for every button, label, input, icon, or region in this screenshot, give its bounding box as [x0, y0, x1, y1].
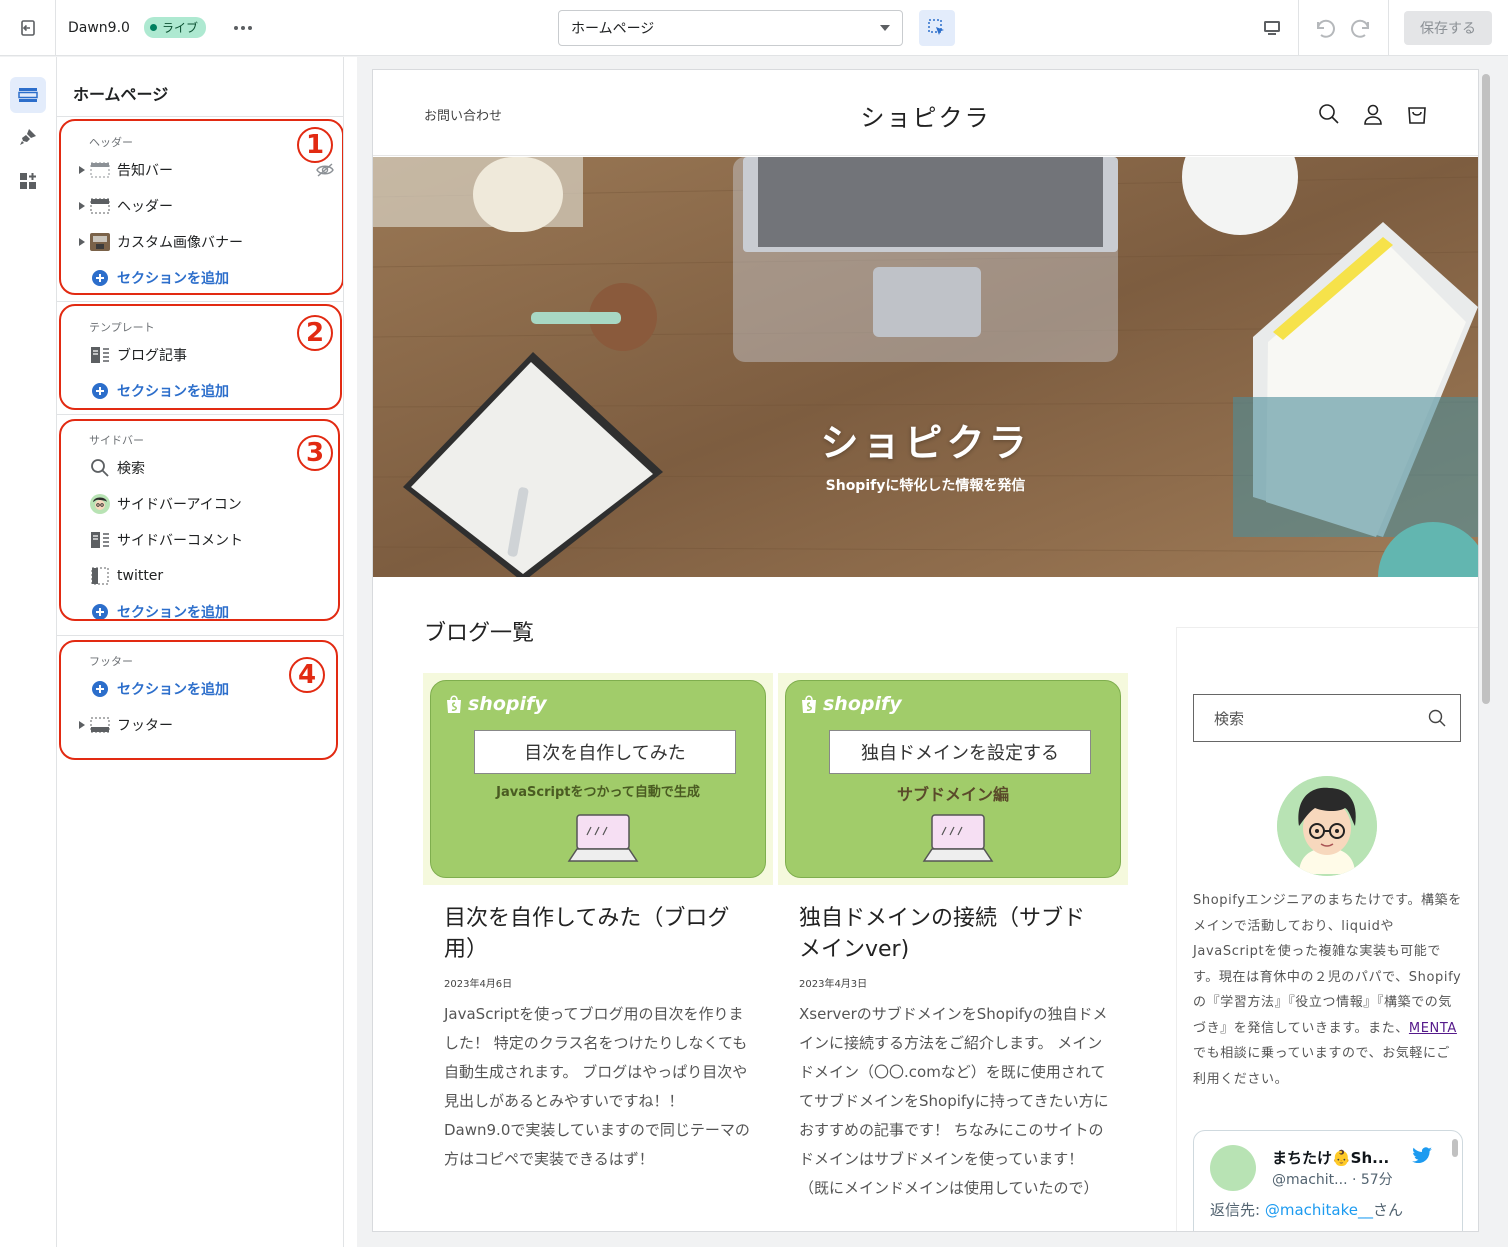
hero-subtitle: Shopifyに特化した情報を発信 [825, 478, 1026, 494]
annotation-number-3: 3 [297, 435, 333, 471]
exit-button[interactable] [0, 0, 56, 56]
rail-sections-button[interactable] [10, 77, 46, 113]
rail-apps-button[interactable] [10, 163, 46, 199]
divider [57, 414, 343, 415]
blog-card-excerpt: XserverのサブドメインをShopifyの独自ドメインに接続する方法をご紹介… [799, 1005, 1109, 1197]
thumbnail-subtitle: サブドメイン編 [896, 785, 1009, 804]
device-preview-button[interactable] [1252, 8, 1292, 48]
search-placeholder: 検索 [1214, 709, 1245, 728]
annotation-box-4 [59, 640, 338, 760]
desktop-icon [1264, 21, 1280, 35]
cart-icon[interactable] [1406, 103, 1428, 125]
annotation-number-4: 4 [289, 657, 325, 693]
blog-card-date: 2023年4月3日 [799, 979, 868, 990]
tweet-avatar[interactable] [1210, 1145, 1256, 1191]
live-dot-icon [149, 24, 157, 31]
annotation-number-1: 1 [297, 127, 333, 163]
blog-card[interactable]: shopify 独自ドメインを設定する サブドメイン編 独自ドメインの接続（サブ… [778, 673, 1128, 1203]
bio-text: Shopifyエンジニアのまちたけです。構築をメインで活動しており、liquid… [1193, 893, 1462, 1036]
sidebar-search-input[interactable]: 検索 [1193, 694, 1461, 742]
paint-brush-icon [20, 129, 36, 145]
panel-scrollbar[interactable] [343, 57, 357, 1247]
menta-link[interactable]: MENTA [1409, 1021, 1457, 1036]
thumbnail-title: 目次を自作してみた [474, 730, 736, 774]
thumbnail-subtitle: JavaScriptをつかって自動で生成 [496, 785, 700, 800]
tweet-reply-to: 返信先: @machitake__さん [1210, 1199, 1403, 1220]
page-selector[interactable]: ホームページ [558, 10, 903, 46]
caret-down-icon [880, 25, 890, 31]
divider [57, 635, 343, 636]
page-selector-value: ホームページ [571, 21, 655, 37]
tweet-author-name[interactable]: まちたけ👶Sh... [1272, 1147, 1389, 1168]
hero-desk-image [373, 157, 1478, 577]
thumbnail-title: 独自ドメインを設定する [829, 730, 1091, 774]
blog-card-excerpt: JavaScriptを使ってブログ用の目次を作りました！ 特定のクラス名をつけた… [444, 1005, 750, 1168]
redo-icon [1351, 19, 1369, 38]
rail-theme-settings-button[interactable] [10, 119, 46, 155]
twitter-bird-icon[interactable] [1412, 1147, 1432, 1163]
blog-card-title[interactable]: 独自ドメインの接続（サブドメインver) [799, 903, 1099, 965]
author-avatar [1277, 776, 1377, 876]
blog-thumbnail[interactable]: shopify 独自ドメインを設定する サブドメイン編 [778, 673, 1128, 885]
shop-logo[interactable]: ショピクラ [373, 98, 1478, 133]
panel-title: ホームページ [73, 85, 169, 104]
laptop-illustration-icon [922, 814, 994, 862]
apps-icon [20, 173, 36, 189]
reply-handle-link[interactable]: @machitake__ [1265, 1201, 1373, 1219]
author-avatar-image [1277, 776, 1377, 876]
sections-panel: ホームページ ヘッダー 告知バー ヘッダー カスタム画像バナー セクションを追加… [57, 57, 357, 1247]
shopify-bag-icon [802, 695, 816, 713]
live-badge: ライブ [143, 17, 206, 38]
storefront-preview: お問い合わせ ショピクラ ショピクラ Shopifyに特化した情報を発信 ブログ… [373, 70, 1478, 1231]
annotation-box-2 [59, 304, 342, 410]
select-cursor-icon [928, 19, 944, 35]
exit-icon [20, 19, 35, 36]
divider [1388, 0, 1389, 56]
account-icon[interactable] [1362, 103, 1384, 125]
blog-heading: ブログ一覧 [424, 621, 535, 646]
inspector-toggle-button[interactable] [919, 10, 955, 46]
hero-banner: ショピクラ Shopifyに特化した情報を発信 [373, 157, 1478, 577]
sidebar-bio: Shopifyエンジニアのまちたけです。構築をメインで活動しており、liquid… [1193, 888, 1463, 1092]
reply-prefix: 返信先: [1210, 1201, 1265, 1219]
twitter-embed[interactable]: まちたけ👶Sh... @machit... · 57分 返信先: @machit… [1193, 1130, 1463, 1231]
theme-name: Dawn9.0 [68, 19, 130, 36]
bio-text: でも相談に乗っていますので、お気軽にご利用ください。 [1193, 1046, 1450, 1087]
blog-card-title[interactable]: 目次を自作してみた（ブログ用） [444, 903, 744, 965]
search-icon[interactable] [1428, 709, 1446, 727]
hero-title: ショピクラ [820, 421, 1031, 465]
laptop-illustration-icon [567, 814, 639, 862]
blog-card-date: 2023年4月6日 [444, 979, 513, 990]
tweet-scrollbar[interactable] [1452, 1139, 1458, 1157]
shopify-logo: shopify [800, 693, 902, 715]
blog-sidebar: 検索 Shopifyエンジニアのまちたけです。構築をメインで活動しており、liq… [1176, 627, 1478, 1231]
save-button[interactable]: 保存する [1404, 11, 1492, 45]
tweet-author-handle: @machit... · 57分 [1272, 1172, 1393, 1188]
preview-scrollbar[interactable] [1479, 70, 1493, 1231]
undo-icon [1317, 19, 1335, 38]
search-icon[interactable] [1318, 103, 1340, 125]
blog-card[interactable]: shopify 目次を自作してみた JavaScriptをつかって自動で生成 目… [423, 673, 773, 1174]
more-actions-button[interactable] [233, 25, 252, 30]
annotation-number-2: 2 [297, 315, 333, 351]
scrollbar-thumb[interactable] [1482, 74, 1490, 704]
shopify-bag-icon [447, 695, 461, 713]
shop-header: お問い合わせ ショピクラ [373, 70, 1478, 156]
divider [1298, 0, 1299, 56]
undo-button[interactable] [1310, 14, 1338, 42]
sections-icon [18, 88, 38, 102]
live-badge-label: ライブ [161, 21, 198, 35]
reply-suffix: さん [1373, 1201, 1404, 1219]
shopify-logo-text: shopify [468, 693, 547, 715]
shopify-logo: shopify [445, 693, 547, 715]
divider [57, 116, 343, 117]
blog-thumbnail[interactable]: shopify 目次を自作してみた JavaScriptをつかって自動で生成 [423, 673, 773, 885]
left-rail [0, 57, 57, 1247]
shopify-logo-text: shopify [823, 693, 902, 715]
redo-button[interactable] [1348, 14, 1376, 42]
divider [57, 301, 343, 302]
